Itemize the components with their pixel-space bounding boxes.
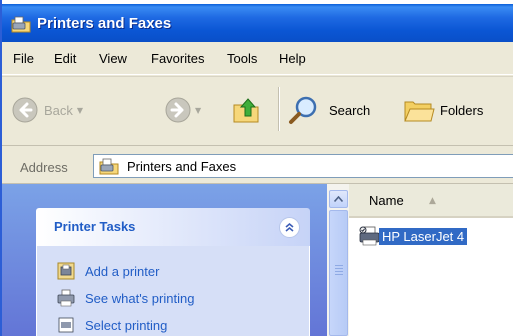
task-add-printer[interactable]: Add a printer: [57, 262, 159, 280]
forward-arrow-icon: [165, 97, 191, 123]
column-name-label: Name: [369, 193, 404, 208]
scroll-up-button[interactable]: [329, 190, 348, 208]
folders-button[interactable]: Folders: [403, 96, 483, 124]
toolbar-separator: [278, 87, 279, 131]
thumb-grip-line: [335, 265, 343, 266]
thumb-grip-line: [335, 271, 343, 272]
chevron-up-icon: [285, 222, 294, 232]
window-left-border: [0, 0, 2, 336]
address-input[interactable]: Printers and Faxes: [93, 154, 513, 178]
task-add-printer-label: Add a printer: [85, 263, 160, 279]
task-pane-scrollbar[interactable]: [327, 184, 349, 336]
menu-file[interactable]: File: [13, 51, 34, 66]
menu-view[interactable]: View: [99, 51, 127, 66]
printer-tasks-title: Printer Tasks: [54, 219, 136, 234]
scroll-thumb[interactable]: [329, 210, 348, 336]
printers-folder-icon: [99, 158, 119, 175]
printer-name: HP LaserJet 4: [379, 227, 468, 245]
standard-toolbar: Back ▼ ▼ Search Folders: [0, 76, 513, 146]
forward-dropdown-icon[interactable]: ▼: [195, 106, 201, 115]
up-folder-icon: [233, 98, 259, 123]
printer-tasks-body: Add a printer See what's printing Select…: [36, 246, 310, 336]
back-arrow-icon: [12, 97, 38, 123]
task-select-printing-label: Select printing: [85, 317, 168, 333]
search-button[interactable]: Search: [288, 94, 370, 126]
menu-edit[interactable]: Edit: [54, 51, 76, 66]
printing-preferences-icon: [58, 317, 74, 333]
menu-help[interactable]: Help: [279, 51, 306, 66]
window-top-border: [0, 0, 513, 4]
menu-bar: File Edit View Favorites Tools Help: [0, 42, 513, 75]
search-icon: [289, 96, 317, 124]
printers-folder-icon: [11, 16, 31, 33]
printer-tasks-header[interactable]: Printer Tasks: [36, 208, 310, 246]
menu-favorites[interactable]: Favorites: [151, 51, 204, 66]
folders-icon: [404, 101, 435, 122]
task-pane: Printer Tasks Add a printer See what's p…: [0, 184, 327, 336]
title-bar[interactable]: Printers and Faxes: [0, 4, 513, 42]
column-header-name[interactable]: Name ▲: [349, 184, 513, 218]
task-select-printing[interactable]: Select printing: [57, 316, 167, 334]
printer-icon: [359, 226, 380, 246]
search-label: Search: [329, 102, 371, 118]
sort-ascending-icon: ▲: [429, 196, 436, 206]
back-button[interactable]: Back ▼: [12, 97, 83, 123]
thumb-grip-line: [335, 274, 343, 275]
up-folder-button[interactable]: [232, 95, 262, 125]
address-value: Printers and Faxes: [127, 159, 237, 174]
back-dropdown-icon[interactable]: ▼: [77, 106, 83, 115]
list-item-printer[interactable]: HP LaserJet 4: [359, 226, 468, 246]
address-label: Address: [20, 160, 68, 175]
address-bar: Address Printers and Faxes: [0, 146, 513, 184]
back-label: Back: [44, 102, 73, 118]
print-queue-icon: [57, 289, 75, 307]
caret-up-icon: [334, 196, 343, 202]
task-see-printing-label: See what's printing: [85, 290, 195, 306]
forward-button[interactable]: ▼: [165, 97, 201, 123]
window-title: Printers and Faxes: [37, 15, 172, 32]
file-list-view[interactable]: Name ▲ HP LaserJet 4: [349, 184, 513, 336]
task-see-printing[interactable]: See what's printing: [57, 289, 194, 307]
add-printer-icon: [57, 262, 75, 280]
thumb-grip-line: [335, 268, 343, 269]
explorer-window: Printers and Faxes File Edit View Favori…: [0, 0, 513, 336]
menu-tools[interactable]: Tools: [227, 51, 257, 66]
collapse-button[interactable]: [279, 217, 300, 238]
folders-label: Folders: [440, 102, 484, 118]
